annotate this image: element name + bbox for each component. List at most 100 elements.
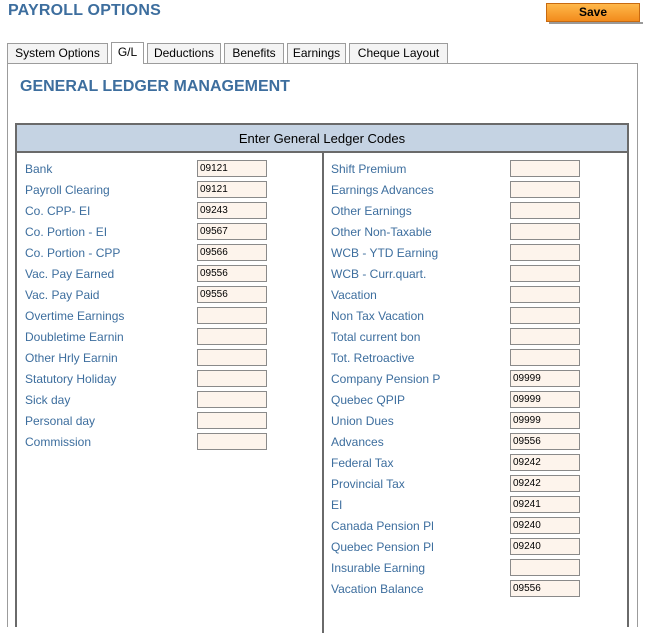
canada-pension-pl-gl-code-input[interactable] bbox=[510, 517, 580, 534]
field-label: WCB - YTD Earning bbox=[331, 246, 439, 260]
field-label: Other Earnings bbox=[331, 204, 412, 218]
right-row-tot-retroactive: Tot. Retroactive bbox=[331, 349, 611, 370]
ei-gl-code-input[interactable] bbox=[510, 496, 580, 513]
right-row-company-pension-p: Company Pension P bbox=[331, 370, 611, 391]
quebec-pension-pl-gl-code-input[interactable] bbox=[510, 538, 580, 555]
left-row-payroll-clearing: Payroll Clearing bbox=[25, 181, 305, 202]
save-button-shadow bbox=[549, 22, 643, 24]
field-label: Other Non-Taxable bbox=[331, 225, 432, 239]
field-label: Vac. Pay Earned bbox=[25, 267, 115, 281]
other-non-taxable-gl-code-input[interactable] bbox=[510, 223, 580, 240]
field-label: Tot. Retroactive bbox=[331, 351, 415, 365]
field-label: Union Dues bbox=[331, 414, 394, 428]
commission-gl-code-input[interactable] bbox=[197, 433, 267, 450]
field-label: Other Hrly Earnin bbox=[25, 351, 118, 365]
payroll-clearing-gl-code-input[interactable] bbox=[197, 181, 267, 198]
bank-gl-code-input[interactable] bbox=[197, 160, 267, 177]
vacation-gl-code-input[interactable] bbox=[510, 286, 580, 303]
left-row-commission: Commission bbox=[25, 433, 305, 454]
co-cpp-ei-gl-code-input[interactable] bbox=[197, 202, 267, 219]
right-row-insurable-earning: Insurable Earning bbox=[331, 559, 611, 580]
right-row-non-tax-vacation: Non Tax Vacation bbox=[331, 307, 611, 328]
field-label: Federal Tax bbox=[331, 456, 394, 470]
right-row-wcb-curr-quart: WCB - Curr.quart. bbox=[331, 265, 611, 286]
column-divider bbox=[322, 153, 324, 633]
tab-system-options[interactable]: System Options bbox=[7, 43, 108, 63]
personal-day-gl-code-input[interactable] bbox=[197, 412, 267, 429]
field-label: Co. CPP- EI bbox=[25, 204, 91, 218]
gl-codes-header: Enter General Ledger Codes bbox=[17, 125, 627, 153]
tab-gl[interactable]: G/L bbox=[111, 42, 144, 64]
advances-gl-code-input[interactable] bbox=[510, 433, 580, 450]
field-label: Shift Premium bbox=[331, 162, 407, 176]
tab-earnings[interactable]: Earnings bbox=[287, 43, 346, 63]
quebec-qpip-gl-code-input[interactable] bbox=[510, 391, 580, 408]
statutory-holiday-gl-code-input[interactable] bbox=[197, 370, 267, 387]
field-label: Company Pension P bbox=[331, 372, 441, 386]
co-portion-cpp-gl-code-input[interactable] bbox=[197, 244, 267, 261]
right-row-advances: Advances bbox=[331, 433, 611, 454]
right-row-union-dues: Union Dues bbox=[331, 412, 611, 433]
right-row-total-current-bon: Total current bon bbox=[331, 328, 611, 349]
non-tax-vacation-gl-code-input[interactable] bbox=[510, 307, 580, 324]
field-label: Vacation bbox=[331, 288, 377, 302]
right-row-earnings-advances: Earnings Advances bbox=[331, 181, 611, 202]
other-hrly-earnin-gl-code-input[interactable] bbox=[197, 349, 267, 366]
right-row-federal-tax: Federal Tax bbox=[331, 454, 611, 475]
union-dues-gl-code-input[interactable] bbox=[510, 412, 580, 429]
left-row-vac-pay-earned: Vac. Pay Earned bbox=[25, 265, 305, 286]
field-label: Payroll Clearing bbox=[25, 183, 110, 197]
overtime-earnings-gl-code-input[interactable] bbox=[197, 307, 267, 324]
right-row-canada-pension-pl: Canada Pension Pl bbox=[331, 517, 611, 538]
save-button[interactable]: Save bbox=[546, 3, 640, 22]
page-title: PAYROLL OPTIONS bbox=[8, 2, 161, 19]
tab-deductions[interactable]: Deductions bbox=[147, 43, 221, 63]
field-label: Non Tax Vacation bbox=[331, 309, 424, 323]
tab-benefits[interactable]: Benefits bbox=[224, 43, 284, 63]
field-label: Vacation Balance bbox=[331, 582, 424, 596]
federal-tax-gl-code-input[interactable] bbox=[510, 454, 580, 471]
tot-retroactive-gl-code-input[interactable] bbox=[510, 349, 580, 366]
company-pension-p-gl-code-input[interactable] bbox=[510, 370, 580, 387]
vac-pay-earned-gl-code-input[interactable] bbox=[197, 265, 267, 282]
sick-day-gl-code-input[interactable] bbox=[197, 391, 267, 408]
right-row-quebec-qpip: Quebec QPIP bbox=[331, 391, 611, 412]
field-label: Earnings Advances bbox=[331, 183, 434, 197]
left-row-co-portion-cpp: Co. Portion - CPP bbox=[25, 244, 305, 265]
vac-pay-paid-gl-code-input[interactable] bbox=[197, 286, 267, 303]
right-row-wcb-ytd-earning: WCB - YTD Earning bbox=[331, 244, 611, 265]
field-label: Canada Pension Pl bbox=[331, 519, 434, 533]
field-label: Vac. Pay Paid bbox=[25, 288, 100, 302]
right-row-vacation-balance: Vacation Balance bbox=[331, 580, 611, 601]
insurable-earning-gl-code-input[interactable] bbox=[510, 559, 580, 576]
right-row-vacation: Vacation bbox=[331, 286, 611, 307]
co-portion-ei-gl-code-input[interactable] bbox=[197, 223, 267, 240]
shift-premium-gl-code-input[interactable] bbox=[510, 160, 580, 177]
left-row-personal-day: Personal day bbox=[25, 412, 305, 433]
left-row-vac-pay-paid: Vac. Pay Paid bbox=[25, 286, 305, 307]
field-label: Quebec QPIP bbox=[331, 393, 406, 407]
gl-codes-table: Enter General Ledger Codes Bank Payroll C… bbox=[15, 123, 629, 633]
doubletime-earnin-gl-code-input[interactable] bbox=[197, 328, 267, 345]
vacation-balance-gl-code-input[interactable] bbox=[510, 580, 580, 597]
field-label: Total current bon bbox=[331, 330, 421, 344]
field-label: Personal day bbox=[25, 414, 96, 428]
left-row-sick-day: Sick day bbox=[25, 391, 305, 412]
provincial-tax-gl-code-input[interactable] bbox=[510, 475, 580, 492]
field-label: Overtime Earnings bbox=[25, 309, 125, 323]
right-row-shift-premium: Shift Premium bbox=[331, 160, 611, 181]
left-row-doubletime-earnin: Doubletime Earnin bbox=[25, 328, 305, 349]
field-label: EI bbox=[331, 498, 343, 512]
field-label: Doubletime Earnin bbox=[25, 330, 124, 344]
field-label: Sick day bbox=[25, 393, 71, 407]
right-row-ei: EI bbox=[331, 496, 611, 517]
wcb-curr-quart-gl-code-input[interactable] bbox=[510, 265, 580, 282]
earnings-advances-gl-code-input[interactable] bbox=[510, 181, 580, 198]
wcb-ytd-earning-gl-code-input[interactable] bbox=[510, 244, 580, 261]
field-label: Co. Portion - EI bbox=[25, 225, 108, 239]
total-current-bon-gl-code-input[interactable] bbox=[510, 328, 580, 345]
other-earnings-gl-code-input[interactable] bbox=[510, 202, 580, 219]
left-row-co-portion-ei: Co. Portion - EI bbox=[25, 223, 305, 244]
tab-cheque-layout[interactable]: Cheque Layout bbox=[349, 43, 448, 63]
field-label: WCB - Curr.quart. bbox=[331, 267, 427, 281]
